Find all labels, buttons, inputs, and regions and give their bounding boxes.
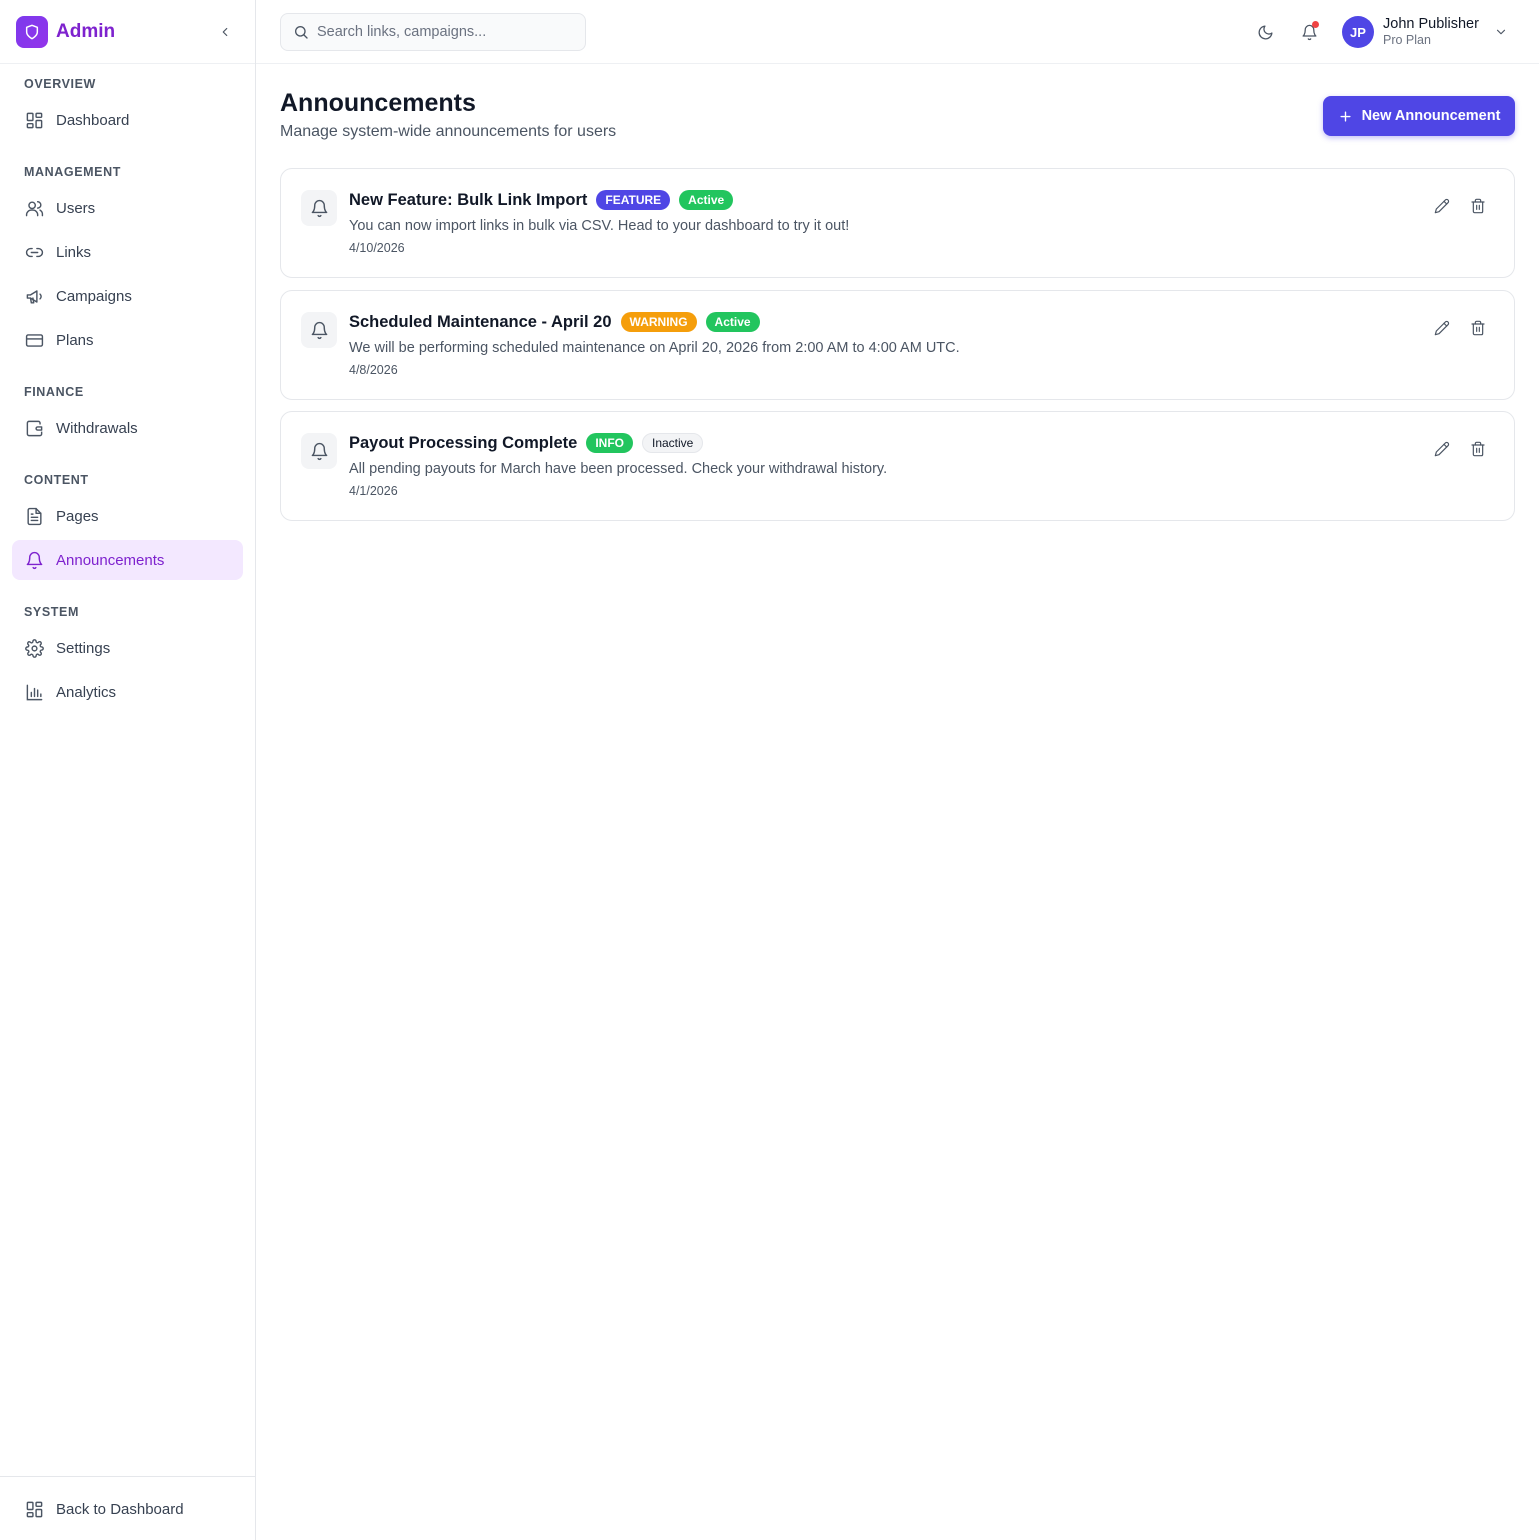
sidebar-item-label: Pages bbox=[56, 507, 99, 525]
back-to-dashboard-label: Back to Dashboard bbox=[56, 1500, 184, 1518]
sidebar-item-campaigns[interactable]: Campaigns bbox=[12, 276, 243, 316]
section-label-management: MANAGEMENT bbox=[24, 165, 121, 179]
section-label-system: SYSTEM bbox=[24, 605, 79, 619]
sidebar-item-label: Withdrawals bbox=[56, 419, 138, 437]
section-label-overview: OVERVIEW bbox=[24, 77, 96, 91]
sidebar-item-settings[interactable]: Settings bbox=[12, 628, 243, 668]
announcement-title: New Feature: Bulk Link Import bbox=[349, 190, 588, 209]
status-badge: Active bbox=[705, 312, 760, 332]
pencil-icon bbox=[1434, 198, 1450, 214]
top-bar: JP John Publisher Pro Plan bbox=[256, 0, 1539, 64]
sidebar-item-announcements[interactable]: Announcements bbox=[12, 540, 243, 580]
new-announcement-button[interactable]: New Announcement bbox=[1323, 96, 1515, 136]
sidebar-item-label: Analytics bbox=[56, 683, 117, 701]
gear-icon bbox=[24, 638, 44, 658]
user-menu[interactable]: JP John Publisher Pro Plan bbox=[1342, 14, 1509, 50]
sidebar-item-label: Announcements bbox=[56, 551, 165, 569]
pencil-icon bbox=[1434, 320, 1450, 336]
sidebar-item-label: Users bbox=[56, 199, 96, 217]
back-to-dashboard-link[interactable]: Back to Dashboard bbox=[12, 1489, 243, 1529]
sidebar-item-analytics[interactable]: Analytics bbox=[12, 672, 243, 712]
sidebar-footer: Back to Dashboard bbox=[0, 1476, 255, 1540]
sidebar-item-label: Plans bbox=[56, 331, 94, 349]
bell-icon bbox=[24, 550, 44, 570]
section-label-finance: FINANCE bbox=[24, 385, 84, 399]
type-badge: WARNING bbox=[620, 312, 697, 332]
sidebar-item-dashboard[interactable]: Dashboard bbox=[12, 100, 243, 140]
announcement-card: Payout Processing Complete INFO Inactive… bbox=[280, 411, 1515, 521]
megaphone-icon bbox=[24, 286, 44, 306]
link-icon bbox=[24, 242, 44, 262]
sidebar: Admin OVERVIEW Dashboard MANAGEMENT User… bbox=[0, 0, 256, 1540]
trash-icon bbox=[1471, 441, 1485, 457]
announcement-description: We will be performing scheduled maintena… bbox=[349, 340, 960, 356]
pencil-icon bbox=[1434, 441, 1450, 457]
edit-button[interactable] bbox=[1431, 438, 1453, 460]
search-box bbox=[280, 13, 586, 51]
announcement-title: Payout Processing Complete bbox=[349, 433, 578, 452]
wallet-icon bbox=[24, 418, 44, 438]
file-text-icon bbox=[24, 506, 44, 526]
dark-mode-toggle[interactable] bbox=[1253, 20, 1277, 44]
chevron-down-icon bbox=[1493, 24, 1509, 40]
new-announcement-label: New Announcement bbox=[1361, 108, 1501, 124]
sidebar-item-label: Campaigns bbox=[56, 287, 132, 305]
shield-icon bbox=[16, 15, 48, 48]
brand-header: Admin bbox=[0, 0, 255, 64]
bar-chart-icon bbox=[24, 682, 44, 702]
dashboard-icon bbox=[24, 1499, 44, 1519]
type-badge: FEATURE bbox=[596, 190, 671, 210]
status-badge: Active bbox=[679, 190, 734, 210]
trash-icon bbox=[1471, 198, 1485, 214]
page-subtitle: Manage system-wide announcements for use… bbox=[280, 123, 617, 140]
sidebar-item-label: Links bbox=[56, 243, 92, 261]
avatar: JP bbox=[1342, 16, 1374, 48]
sidebar-item-label: Dashboard bbox=[56, 111, 130, 129]
credit-card-icon bbox=[24, 330, 44, 350]
sidebar-item-label: Settings bbox=[56, 639, 111, 657]
search-icon bbox=[295, 26, 308, 39]
announcement-date: 4/8/2026 bbox=[349, 363, 398, 377]
collapse-sidebar-button[interactable] bbox=[215, 22, 235, 42]
delete-button[interactable] bbox=[1467, 195, 1489, 217]
search-input[interactable] bbox=[317, 24, 567, 40]
sidebar-item-users[interactable]: Users bbox=[12, 188, 243, 228]
trash-icon bbox=[1471, 320, 1485, 336]
chevron-left-icon bbox=[222, 27, 228, 37]
user-name: John Publisher bbox=[1383, 15, 1479, 32]
dashboard-icon bbox=[24, 110, 44, 130]
user-plan: Pro Plan bbox=[1383, 33, 1431, 48]
section-label-content: CONTENT bbox=[24, 473, 89, 487]
users-icon bbox=[24, 198, 44, 218]
announcement-description: All pending payouts for March have been … bbox=[349, 461, 888, 477]
bell-icon bbox=[301, 433, 337, 469]
delete-button[interactable] bbox=[1467, 438, 1489, 460]
brand-name: Admin bbox=[56, 20, 116, 42]
announcement-title: Scheduled Maintenance - April 20 bbox=[349, 312, 612, 331]
announcement-description: You can now import links in bulk via CSV… bbox=[349, 218, 850, 234]
sidebar-item-links[interactable]: Links bbox=[12, 232, 243, 272]
moon-icon bbox=[1258, 24, 1273, 39]
announcement-date: 4/10/2026 bbox=[349, 241, 405, 255]
plus-icon bbox=[1338, 109, 1353, 124]
bell-icon bbox=[301, 312, 337, 348]
delete-button[interactable] bbox=[1467, 317, 1489, 339]
type-badge: INFO bbox=[586, 433, 633, 453]
status-badge: Inactive bbox=[641, 433, 704, 453]
sidebar-item-pages[interactable]: Pages bbox=[12, 496, 243, 536]
sidebar-item-plans[interactable]: Plans bbox=[12, 320, 243, 360]
edit-button[interactable] bbox=[1431, 317, 1453, 339]
notification-dot bbox=[1312, 21, 1319, 28]
bell-icon bbox=[301, 190, 337, 226]
notifications-button[interactable] bbox=[1297, 20, 1321, 44]
sidebar-item-withdrawals[interactable]: Withdrawals bbox=[12, 408, 243, 448]
page-title: Announcements bbox=[280, 89, 476, 117]
announcement-card: New Feature: Bulk Link Import FEATURE Ac… bbox=[280, 168, 1515, 278]
announcement-card: Scheduled Maintenance - April 20 WARNING… bbox=[280, 290, 1515, 400]
announcement-date: 4/1/2026 bbox=[349, 484, 398, 498]
edit-button[interactable] bbox=[1431, 195, 1453, 217]
